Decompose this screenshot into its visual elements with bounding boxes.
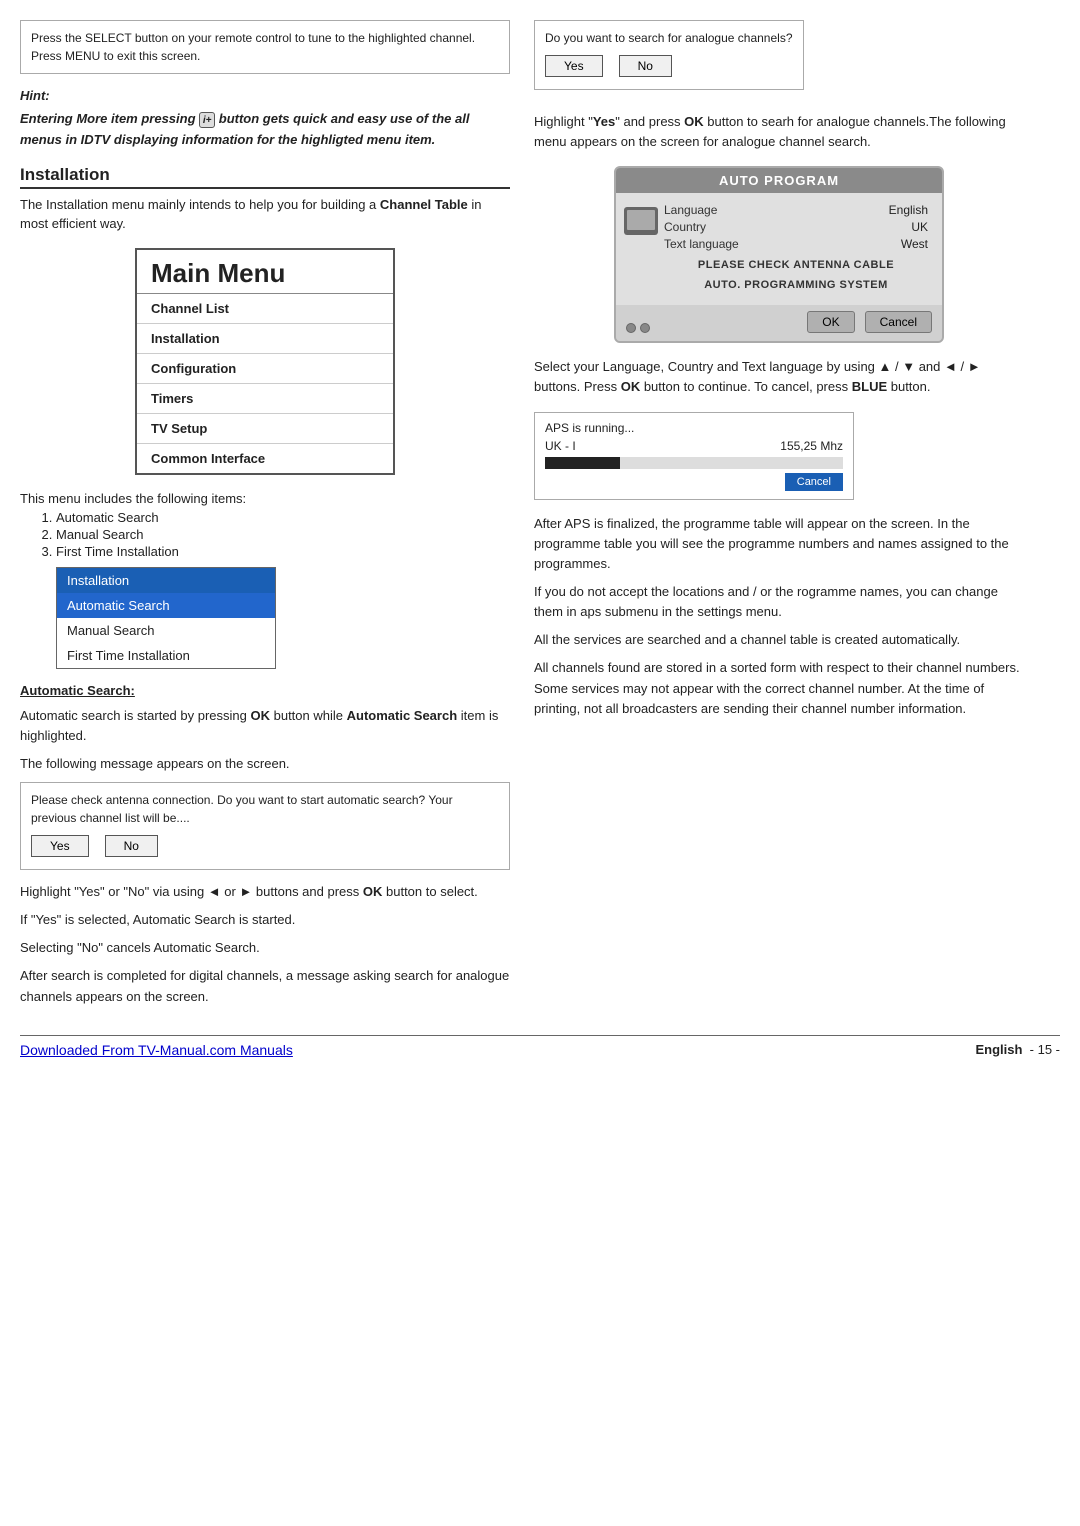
analogue-desc: Highlight "Yes" and press OK button to s… (534, 112, 1024, 152)
right-body-text-1: After APS is finalized, the programme ta… (534, 514, 1024, 574)
list-item: Automatic Search (56, 510, 510, 525)
antenna-dialog-buttons: Yes No (31, 835, 499, 857)
ap-textlang-value: West (901, 237, 928, 251)
hint-box: Press the SELECT button on your remote c… (20, 20, 510, 74)
right-body-text-4: All channels found are stored in a sorte… (534, 658, 1024, 718)
hint-box-line1: Press the SELECT button on your remote c… (31, 31, 475, 45)
ap-country-row: Country UK (664, 220, 928, 234)
aps-progress-bar (545, 457, 620, 469)
main-menu-box: Main Menu Channel List Installation Conf… (135, 248, 395, 475)
right-body-text-2: If you do not accept the locations and /… (534, 582, 1024, 622)
submenu-item-autosearch[interactable]: Automatic Search (57, 593, 275, 618)
analogue-no-button[interactable]: No (619, 55, 672, 77)
main-menu-item-tvsetup[interactable]: TV Setup (137, 414, 393, 444)
body-text-2: If "Yes" is selected, Automatic Search i… (20, 910, 510, 930)
antenna-dialog-box: Please check antenna connection. Do you … (20, 782, 510, 870)
auto-program-header: AUTO PROGRAM (616, 168, 942, 193)
hint-italic-text: Entering More item pressing i+ button ge… (20, 109, 510, 151)
aps-progress-bg (545, 457, 843, 469)
ap-language-row: Language English (664, 203, 928, 217)
aps-cancel-button[interactable]: Cancel (785, 473, 843, 491)
main-menu-item-installation[interactable]: Installation (137, 324, 393, 354)
main-menu-item-configuration[interactable]: Configuration (137, 354, 393, 384)
following-items-intro: This menu includes the following items: (20, 491, 246, 506)
analogue-dialog-box: Do you want to search for analogue chann… (534, 20, 804, 90)
following-items-section: This menu includes the following items: … (20, 491, 510, 559)
ap-country-label: Country (664, 220, 706, 234)
main-menu-item-channellist[interactable]: Channel List (137, 294, 393, 324)
aps-freq: 155,25 Mhz (780, 439, 843, 453)
installation-title: Installation (20, 165, 510, 189)
aps-running-label: APS is running... (545, 421, 843, 435)
ap-notice1: PLEASE CHECK ANTENNA CABLE (664, 259, 928, 271)
hint-label: Hint: (20, 88, 510, 103)
auto-search-para1: Automatic search is started by pressing … (20, 706, 510, 746)
footer-page: - 15 - (1030, 1042, 1060, 1057)
main-menu-item-timers[interactable]: Timers (137, 384, 393, 414)
antenna-dialog-text: Please check antenna connection. Do you … (31, 793, 453, 825)
footer-link[interactable]: Downloaded From TV-Manual.com Manuals (20, 1042, 293, 1058)
ap-footer: OK Cancel (616, 305, 942, 341)
right-body-text-3: All the services are searched and a chan… (534, 630, 1024, 650)
following-items-list: Automatic Search Manual Search First Tim… (56, 510, 510, 559)
ap-textlang-label: Text language (664, 237, 739, 251)
ap-notice2: AUTO. PROGRAMMING SYSTEM (664, 279, 928, 291)
analogue-dialog-buttons: Yes No (545, 55, 793, 77)
ap-country-value: UK (911, 220, 928, 234)
body-text-1: Highlight "Yes" or "No" via using ◄ or ►… (20, 882, 510, 902)
list-item: First Time Installation (56, 544, 510, 559)
submenu-item-installation[interactable]: Installation (57, 568, 275, 593)
body-text-3: Selecting "No" cancels Automatic Search. (20, 938, 510, 958)
submenu-item-firsttime[interactable]: First Time Installation (57, 643, 275, 668)
page-footer: Downloaded From TV-Manual.com Manuals En… (20, 1035, 1060, 1058)
auto-search-heading: Automatic Search: (20, 683, 510, 698)
submenu-item-manualsearch[interactable]: Manual Search (57, 618, 275, 643)
footer-lang: English (975, 1042, 1022, 1057)
ap-language-value: English (889, 203, 928, 217)
right-mid-text: Select your Language, Country and Text l… (534, 357, 1024, 397)
hint-box-line2: Press MENU to exit this screen. (31, 49, 200, 63)
ap-textlang-row: Text language West (664, 237, 928, 251)
aps-box: APS is running... UK - I 155,25 Mhz Canc… (534, 412, 854, 500)
info-button-icon: i+ (199, 112, 215, 128)
aps-channel-row: UK - I 155,25 Mhz (545, 439, 843, 453)
antenna-yes-button[interactable]: Yes (31, 835, 89, 857)
ap-decor-circles (626, 323, 650, 333)
footer-lang-page: English - 15 - (975, 1042, 1060, 1057)
analogue-dialog-container: Do you want to search for analogue chann… (534, 20, 1024, 102)
aps-channel: UK - I (545, 439, 576, 453)
analogue-dialog-text1: Do you want to search for analogue chann… (545, 29, 793, 47)
ap-ok-button[interactable]: OK (807, 311, 854, 333)
list-item: Manual Search (56, 527, 510, 542)
auto-program-body: Language English Country UK Text languag… (616, 193, 942, 305)
body-text-4: After search is completed for digital ch… (20, 966, 510, 1006)
installation-desc: The Installation menu mainly intends to … (20, 195, 510, 234)
tv-icon (624, 207, 658, 235)
ap-language-label: Language (664, 203, 717, 217)
installation-submenu: Installation Automatic Search Manual Sea… (56, 567, 276, 669)
ap-cancel-button[interactable]: Cancel (865, 311, 932, 333)
analogue-yes-button[interactable]: Yes (545, 55, 603, 77)
auto-program-widget: AUTO PROGRAM Language English Country UK (614, 166, 944, 343)
auto-search-para2: The following message appears on the scr… (20, 754, 510, 774)
aps-cancel-row: Cancel (545, 473, 843, 491)
main-menu-item-commoninterface[interactable]: Common Interface (137, 444, 393, 473)
antenna-no-button[interactable]: No (105, 835, 158, 857)
main-menu-title: Main Menu (137, 250, 393, 294)
